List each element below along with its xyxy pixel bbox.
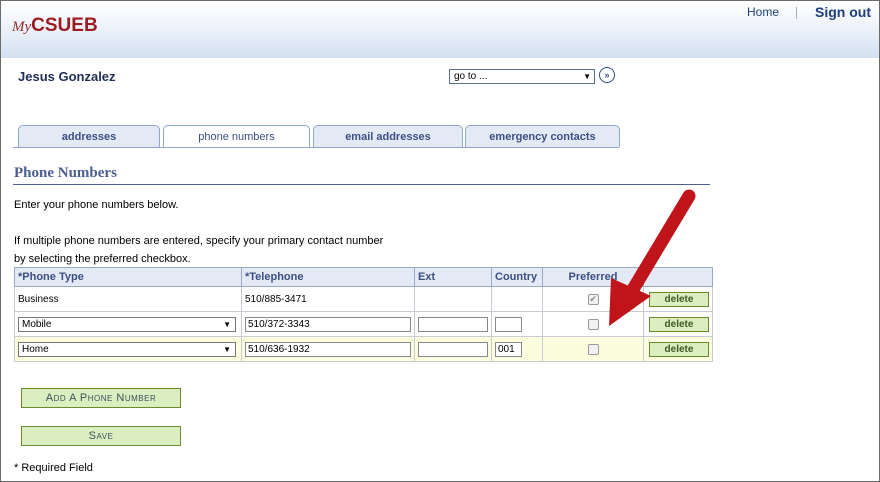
section-divider [13,184,710,185]
phone-type-static: Business [14,286,242,312]
go-button[interactable]: » [599,67,615,83]
tab-phone-numbers[interactable]: phone numbers [163,125,310,148]
header-country: Country [491,267,543,287]
tab-email-addresses[interactable]: email addresses [313,125,463,147]
top-banner: MyCSUEB Home Sign out [1,1,879,58]
country-static [491,286,543,312]
telephone-static: 510/885-3471 [241,286,415,312]
annotation-arrow-icon [609,189,696,326]
save-button[interactable]: Save [21,426,181,446]
header-telephone: *Telephone [241,267,415,287]
header-ext: Ext [414,267,492,287]
dropdown-arrow-icon: ▼ [223,344,231,354]
note-text-line1: If multiple phone numbers are entered, s… [14,235,384,247]
user-name: Jesus Gonzalez [18,69,116,84]
preferred-checkbox[interactable] [587,343,599,355]
telephone-input[interactable]: 510/372-3343 [245,316,411,332]
checkmark-icon: ✔ [589,293,597,304]
link-divider [796,7,797,19]
add-phone-number-button[interactable]: Add A Phone Number [21,388,181,408]
ext-static [414,286,492,312]
page-frame: MyCSUEB Home Sign out Jesus Gonzalez go … [0,0,880,482]
tab-underline [13,147,619,148]
preferred-checkbox[interactable] [587,318,599,330]
section-title: Phone Numbers [14,165,117,181]
ext-input[interactable] [418,316,488,332]
tab-emergency-contacts[interactable]: emergency contacts [465,125,620,147]
double-chevron-right-icon: » [604,70,610,80]
table-row: Home ▼ 510/636-1932 001 delete [14,336,713,362]
goto-select-value: go to ... [454,71,488,82]
delete-button[interactable]: delete [649,341,709,357]
sign-out-link[interactable]: Sign out [815,4,871,20]
required-field-note: * Required Field [14,462,93,474]
telephone-input[interactable]: 510/636-1932 [245,341,411,357]
dropdown-arrow-icon: ▼ [583,72,591,81]
goto-select[interactable]: go to ... ▼ [449,69,595,84]
phone-type-value: Mobile [22,318,52,330]
tab-addresses[interactable]: addresses [18,125,160,147]
country-input[interactable]: 001 [495,341,522,357]
ext-input[interactable] [418,341,488,357]
note-text-line2: by selecting the preferred checkbox. [14,253,191,265]
country-input[interactable] [495,316,522,332]
dropdown-arrow-icon: ▼ [223,319,231,329]
phone-type-select[interactable]: Mobile ▼ [18,316,236,332]
instruction-text: Enter your phone numbers below. [14,199,179,211]
preferred-checkbox-disabled: ✔ [587,293,599,305]
phone-type-value: Home [22,343,49,355]
home-link[interactable]: Home [747,5,779,19]
mycsueb-logo: MyCSUEB [12,15,98,36]
phone-type-select[interactable]: Home ▼ [18,341,236,357]
header-phone-type: *Phone Type [14,267,242,287]
